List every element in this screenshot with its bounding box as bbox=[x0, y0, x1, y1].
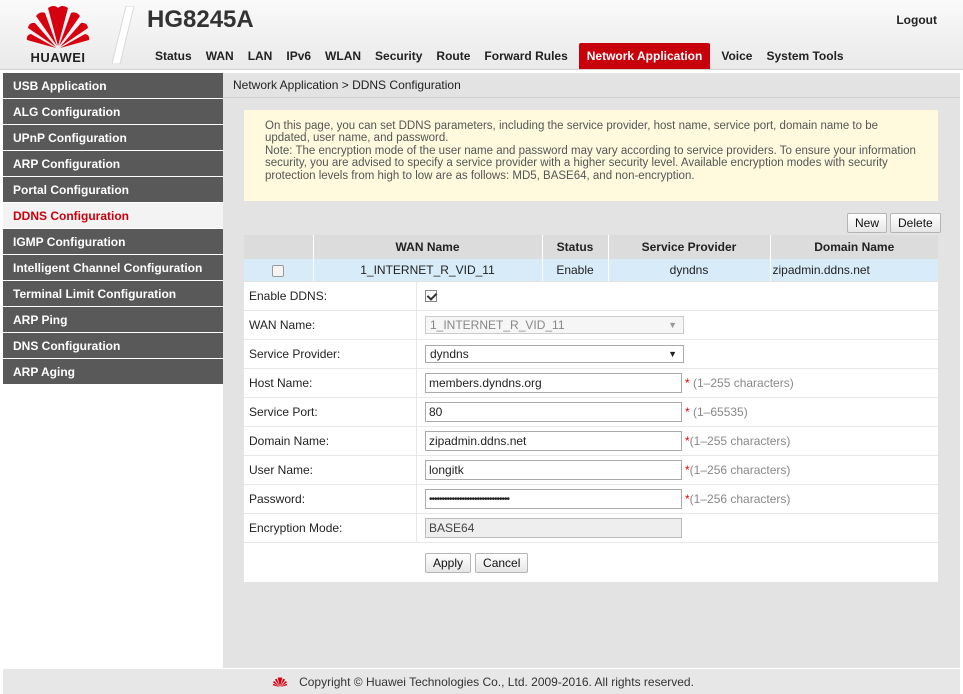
row-service-provider: Service Provider: dyndns ▼ bbox=[244, 340, 938, 369]
ddns-table: WAN Name Status Service Provider Domain … bbox=[244, 235, 938, 281]
sidebar-item-igmp-configuration[interactable]: IGMP Configuration bbox=[3, 229, 223, 254]
user-name-hint: *(1–256 characters) bbox=[685, 463, 791, 477]
nav-lan[interactable]: LAN bbox=[241, 43, 280, 69]
sidebar-item-usb-application[interactable]: USB Application bbox=[3, 73, 223, 98]
col-select bbox=[244, 235, 314, 259]
chevron-down-icon: ▼ bbox=[668, 349, 677, 359]
service-port-label: Service Port: bbox=[244, 398, 417, 426]
device-model: HG8245A bbox=[147, 6, 254, 33]
wan-name-value: 1_INTERNET_R_VID_11 bbox=[430, 318, 565, 332]
domain-name-input[interactable]: zipadmin.ddns.net bbox=[425, 431, 682, 451]
domain-name-hint: *(1–255 characters) bbox=[685, 434, 791, 448]
notice-text-note: Note: The encryption mode of the user na… bbox=[265, 144, 916, 182]
form-actions: Apply Cancel bbox=[244, 543, 938, 582]
notice-text-intro: On this page, you can set DDNS parameter… bbox=[265, 120, 879, 145]
sidebar: USB Application ALG Configuration UPnP C… bbox=[3, 73, 223, 385]
host-name-label: Host Name: bbox=[244, 369, 417, 397]
col-status: Status bbox=[542, 235, 609, 259]
row-password: Password: ••••••••••••••••••••••••••••••… bbox=[244, 485, 938, 514]
main-content: Network Application > DDNS Configuration… bbox=[223, 73, 960, 668]
row-encryption-mode: Encryption Mode: BASE64 bbox=[244, 514, 938, 543]
nav-system-tools[interactable]: System Tools bbox=[759, 43, 850, 69]
nav-wlan[interactable]: WLAN bbox=[318, 43, 368, 69]
service-port-input[interactable]: 80 bbox=[425, 402, 682, 422]
chevron-down-icon: ▼ bbox=[668, 320, 677, 330]
cell-domain: zipadmin.ddns.net bbox=[770, 259, 938, 281]
encryption-mode-label: Encryption Mode: bbox=[244, 514, 417, 542]
ddns-form: Enable DDNS: WAN Name: 1_INTERNET_R_VID_… bbox=[244, 282, 938, 582]
row-enable-ddns: Enable DDNS: bbox=[244, 282, 938, 311]
row-user-name: User Name: longitk *(1–256 characters) bbox=[244, 456, 938, 485]
cell-wan-name: 1_INTERNET_R_VID_11 bbox=[313, 259, 543, 281]
user-name-label: User Name: bbox=[244, 456, 417, 484]
info-notice: On this page, you can set DDNS parameter… bbox=[244, 110, 938, 201]
service-provider-label: Service Provider: bbox=[244, 340, 417, 368]
service-provider-value: dyndns bbox=[430, 347, 469, 361]
row-domain-name: Domain Name: zipadmin.ddns.net *(1–255 c… bbox=[244, 427, 938, 456]
huawei-small-logo-icon bbox=[272, 676, 288, 687]
service-port-hint: * (1–65535) bbox=[685, 405, 748, 419]
col-service-provider: Service Provider bbox=[608, 235, 771, 259]
password-input[interactable]: •••••••••••••••••••••••••••••••• bbox=[425, 489, 682, 509]
main-nav: Status WAN LAN IPv6 WLAN Security Route … bbox=[148, 43, 851, 69]
huawei-logo: HUAWEI bbox=[10, 2, 106, 68]
user-name-input[interactable]: longitk bbox=[425, 460, 682, 480]
row-wan-name: WAN Name: 1_INTERNET_R_VID_11 ▼ bbox=[244, 311, 938, 340]
apply-button[interactable]: Apply bbox=[425, 552, 472, 573]
cell-provider: dyndns bbox=[608, 259, 771, 281]
breadcrumb: Network Application > DDNS Configuration bbox=[223, 73, 960, 98]
footer: Copyright © Huawei Technologies Co., Ltd… bbox=[3, 669, 960, 694]
sidebar-item-arp-aging[interactable]: ARP Aging bbox=[3, 359, 223, 384]
password-label: Password: bbox=[244, 485, 417, 513]
password-hint: *(1–256 characters) bbox=[685, 492, 791, 506]
sidebar-item-upnp-configuration[interactable]: UPnP Configuration bbox=[3, 125, 223, 150]
sidebar-item-arp-configuration[interactable]: ARP Configuration bbox=[3, 151, 223, 176]
nav-network-application[interactable]: Network Application bbox=[578, 43, 711, 69]
host-name-hint: * (1–255 characters) bbox=[685, 376, 794, 390]
host-name-input[interactable]: members.dyndns.org bbox=[425, 373, 682, 393]
enable-ddns-label: Enable DDNS: bbox=[244, 282, 417, 310]
col-wan-name: WAN Name bbox=[313, 235, 543, 259]
nav-wan[interactable]: WAN bbox=[199, 43, 241, 69]
cancel-button[interactable]: Cancel bbox=[475, 552, 529, 573]
table-row[interactable]: 1_INTERNET_R_VID_11 Enable dyndns zipadm… bbox=[244, 259, 938, 281]
nav-forward-rules[interactable]: Forward Rules bbox=[477, 43, 574, 69]
wan-name-select[interactable]: 1_INTERNET_R_VID_11 ▼ bbox=[425, 316, 684, 334]
row-service-port: Service Port: 80 * (1–65535) bbox=[244, 398, 938, 427]
cell-status: Enable bbox=[542, 259, 609, 281]
sidebar-item-dns-configuration[interactable]: DNS Configuration bbox=[3, 333, 223, 358]
table-header-row: WAN Name Status Service Provider Domain … bbox=[244, 235, 938, 259]
domain-name-label: Domain Name: bbox=[244, 427, 417, 455]
row-select-cell bbox=[244, 259, 314, 281]
nav-security[interactable]: Security bbox=[368, 43, 429, 69]
nav-voice[interactable]: Voice bbox=[714, 43, 759, 69]
sidebar-item-portal-configuration[interactable]: Portal Configuration bbox=[3, 177, 223, 202]
nav-route[interactable]: Route bbox=[429, 43, 477, 69]
header-divider bbox=[112, 6, 134, 64]
copyright-text: Copyright © Huawei Technologies Co., Ltd… bbox=[299, 674, 694, 689]
new-button[interactable]: New bbox=[847, 213, 888, 233]
sidebar-item-arp-ping[interactable]: ARP Ping bbox=[3, 307, 223, 332]
logo-text: HUAWEI bbox=[30, 50, 86, 65]
table-actions: New Delete bbox=[847, 213, 941, 233]
service-provider-select[interactable]: dyndns ▼ bbox=[425, 345, 684, 363]
row-checkbox[interactable] bbox=[272, 264, 285, 277]
sidebar-item-ddns-configuration[interactable]: DDNS Configuration bbox=[3, 203, 223, 228]
wan-name-label: WAN Name: bbox=[244, 311, 417, 339]
sidebar-item-terminal-limit[interactable]: Terminal Limit Configuration bbox=[3, 281, 223, 306]
encryption-mode-field: BASE64 bbox=[425, 518, 682, 538]
delete-button[interactable]: Delete bbox=[890, 213, 941, 233]
row-host-name: Host Name: members.dyndns.org * (1–255 c… bbox=[244, 369, 938, 398]
nav-status[interactable]: Status bbox=[148, 43, 199, 69]
nav-ipv6[interactable]: IPv6 bbox=[279, 43, 318, 69]
sidebar-item-intelligent-channel[interactable]: Intelligent Channel Configuration bbox=[3, 255, 223, 280]
col-domain-name: Domain Name bbox=[770, 235, 938, 259]
sidebar-item-alg-configuration[interactable]: ALG Configuration bbox=[3, 99, 223, 124]
huawei-petals-icon bbox=[26, 6, 90, 48]
logout-link[interactable]: Logout bbox=[896, 13, 937, 27]
enable-ddns-checkbox[interactable] bbox=[425, 290, 437, 302]
header: HUAWEI HG8245A Logout Status WAN LAN IPv… bbox=[0, 0, 963, 70]
